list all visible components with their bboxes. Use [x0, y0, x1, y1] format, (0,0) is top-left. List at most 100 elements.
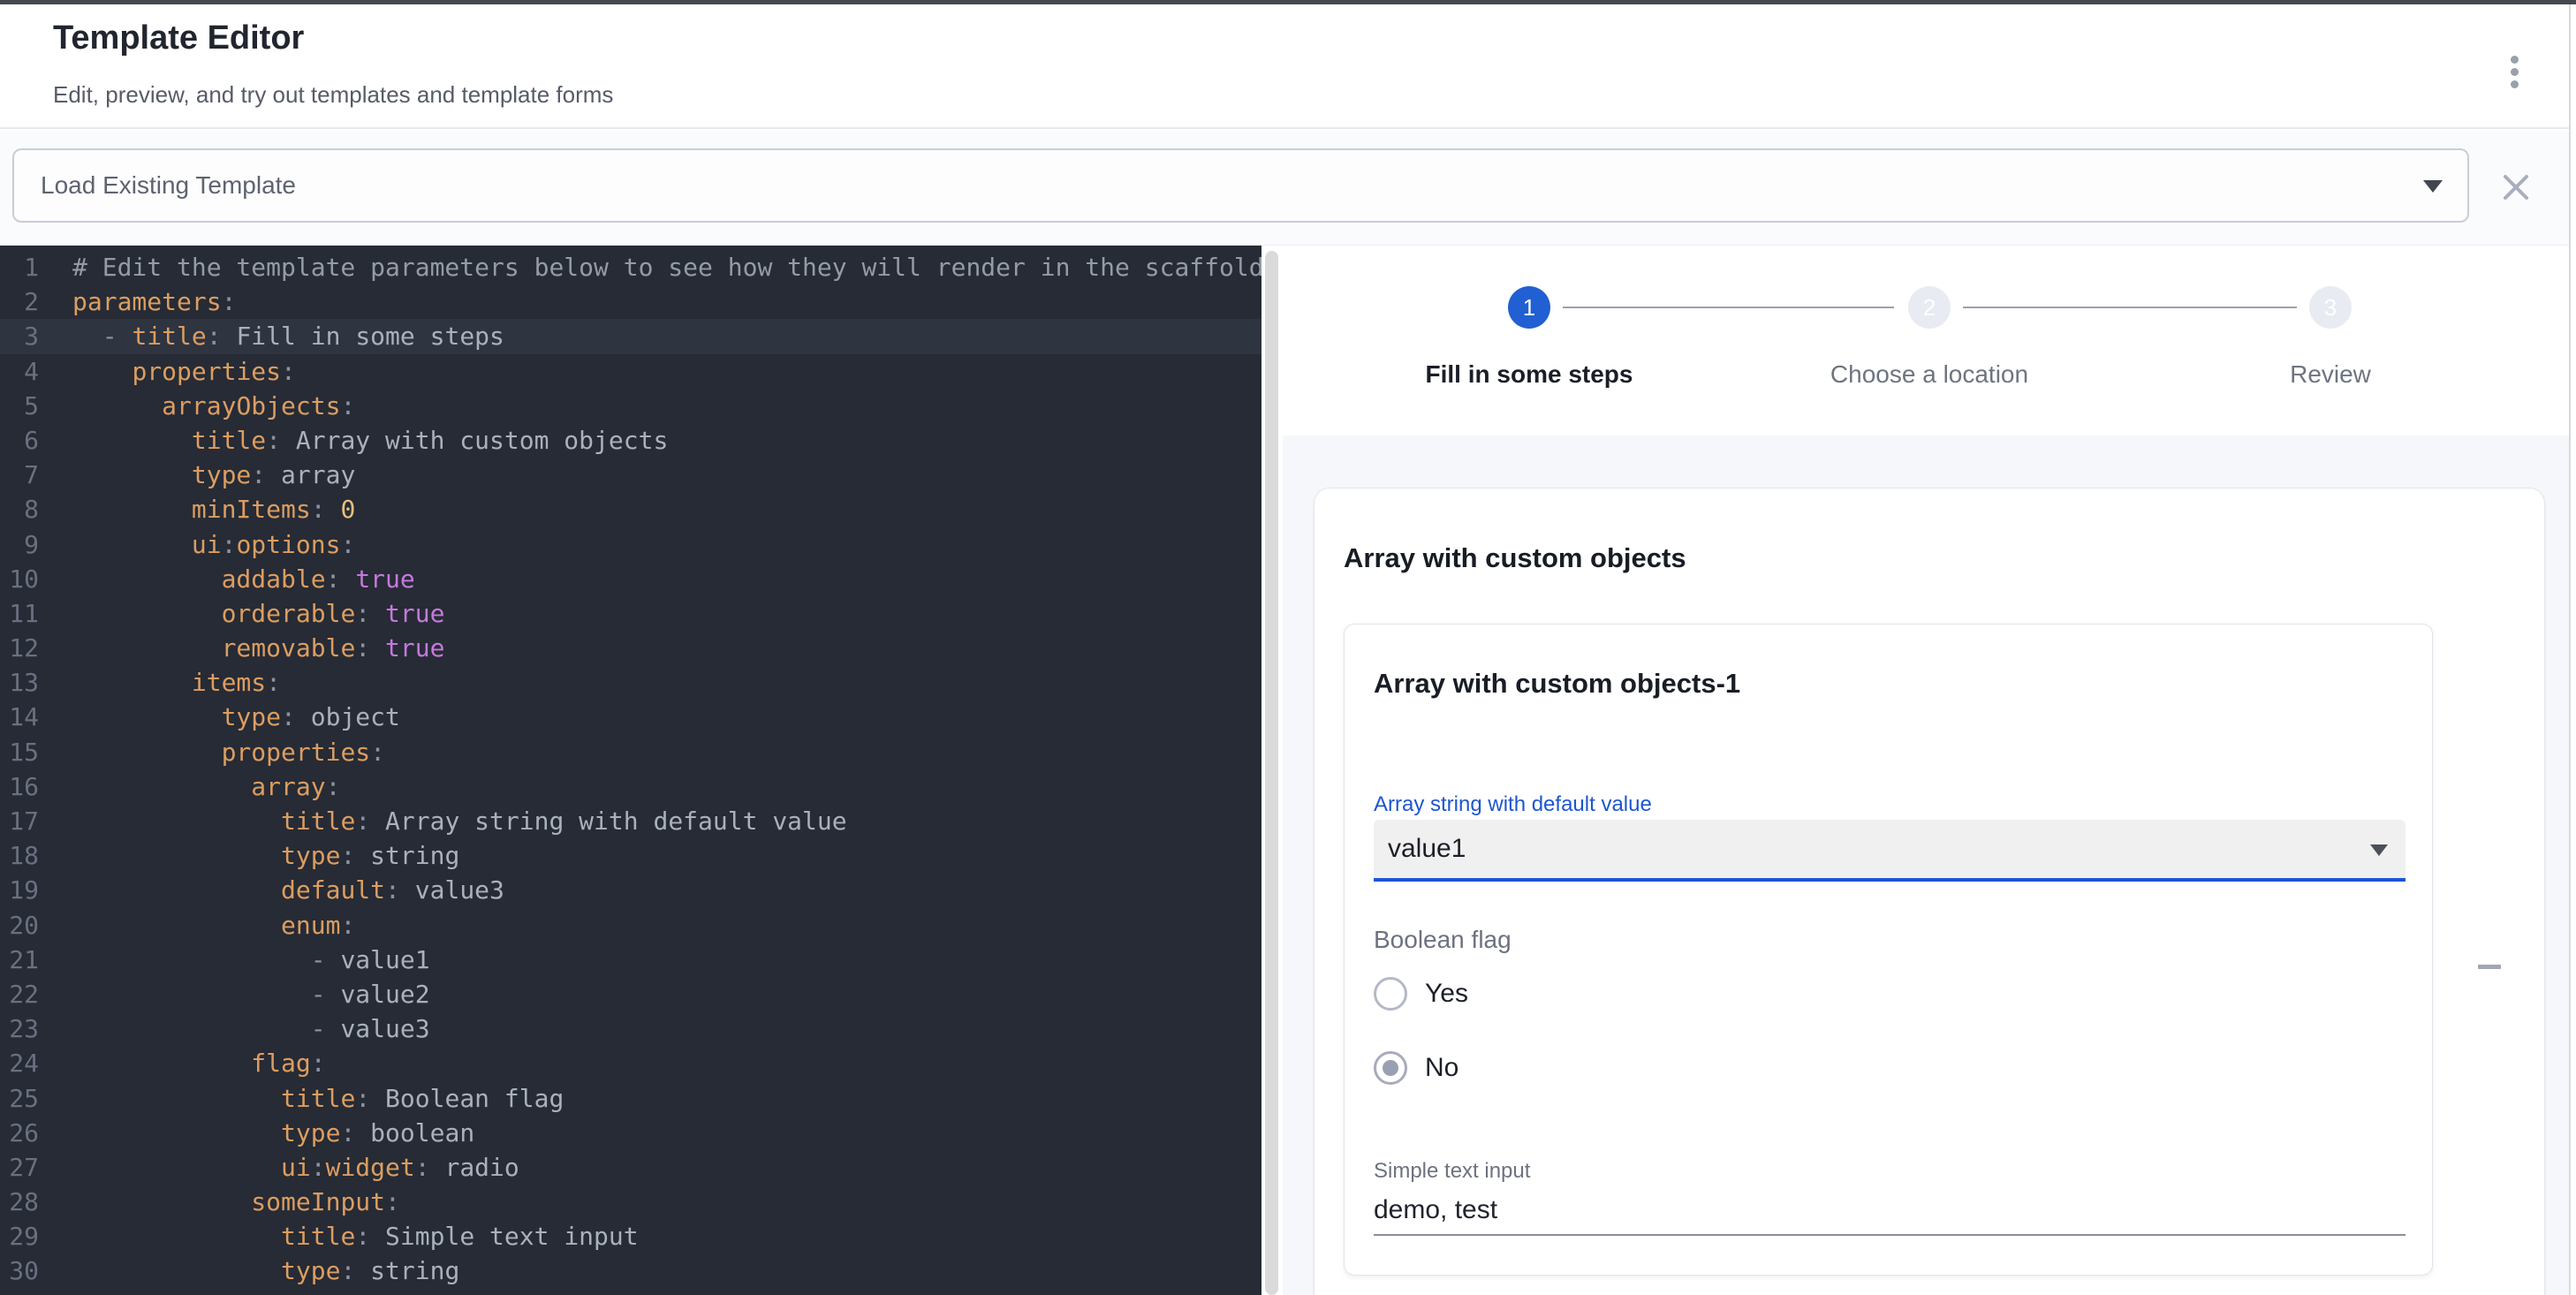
code-line-5[interactable]: 5 arrayObjects:	[0, 389, 1261, 423]
code-line-13[interactable]: 13 items:	[0, 665, 1261, 700]
radio-no-label: No	[1425, 1053, 1458, 1083]
code-text: properties:	[72, 357, 296, 386]
step-3-circle[interactable]: 3	[2309, 286, 2352, 329]
more-options-button[interactable]	[2493, 47, 2535, 96]
code-line-29[interactable]: 29 title: Simple text input	[0, 1219, 1261, 1253]
line-number: 30	[0, 1253, 39, 1288]
code-line-12[interactable]: 12 removable: true	[0, 631, 1261, 665]
window-right-gutter	[2571, 4, 2576, 1295]
code-line-23[interactable]: 23 - value3	[0, 1011, 1261, 1046]
line-number: 6	[0, 423, 39, 458]
line-number: 25	[0, 1081, 39, 1116]
line-number: 28	[0, 1185, 39, 1219]
code-text: title: Simple text input	[72, 1222, 639, 1251]
step-1-number: 1	[1523, 294, 1535, 321]
code-line-30[interactable]: 30 type: string	[0, 1253, 1261, 1288]
step-connector-2	[1963, 307, 2297, 308]
step-connector-1	[1563, 307, 1894, 308]
template-loader-bar: Load Existing Template	[0, 131, 2576, 246]
simple-text-input[interactable]	[1374, 1186, 2406, 1236]
line-number: 3	[0, 319, 39, 353]
code-line-25[interactable]: 25 title: Boolean flag	[0, 1081, 1261, 1116]
line-number: 17	[0, 804, 39, 838]
code-line-27[interactable]: 27 ui:widget: radio	[0, 1150, 1261, 1185]
code-line-2[interactable]: 2parameters:	[0, 284, 1261, 319]
line-number: 22	[0, 977, 39, 1011]
code-lines: 1# Edit the template parameters below to…	[0, 250, 1261, 1289]
code-line-4[interactable]: 4 properties:	[0, 354, 1261, 389]
code-line-3[interactable]: 3 - title: Fill in some steps	[0, 319, 1261, 353]
line-number: 15	[0, 735, 39, 769]
code-line-20[interactable]: 20 enum:	[0, 908, 1261, 943]
code-line-7[interactable]: 7 type: array	[0, 458, 1261, 492]
code-text: title: Array string with default value	[72, 807, 847, 836]
line-number: 29	[0, 1219, 39, 1253]
code-text: removable: true	[72, 633, 444, 663]
stepper: 1 2 3 Fill in some steps Choose a locati…	[1283, 246, 2569, 435]
code-text: someInput:	[72, 1187, 400, 1216]
line-number: 14	[0, 700, 39, 734]
code-line-28[interactable]: 28 someInput:	[0, 1185, 1261, 1219]
code-line-16[interactable]: 16 array:	[0, 769, 1261, 804]
line-number: 5	[0, 389, 39, 423]
code-text: type: string	[72, 1256, 459, 1285]
chevron-down-icon	[2370, 844, 2388, 856]
code-line-26[interactable]: 26 type: boolean	[0, 1116, 1261, 1150]
array-section-title: Array with custom objects	[1344, 541, 1686, 575]
code-line-6[interactable]: 6 title: Array with custom objects	[0, 423, 1261, 458]
line-number: 11	[0, 596, 39, 631]
text-field-label: Simple text input	[1374, 1159, 1530, 1184]
code-line-15[interactable]: 15 properties:	[0, 735, 1261, 769]
line-number: 21	[0, 943, 39, 977]
editor-scrollbar-track	[1261, 246, 1283, 1295]
line-number: 16	[0, 769, 39, 804]
code-text: title: Array with custom objects	[72, 426, 668, 455]
page-header: Template Editor Edit, preview, and try o…	[0, 4, 2576, 129]
code-text: addable: true	[72, 564, 415, 594]
close-loader-button[interactable]	[2495, 166, 2537, 208]
code-line-17[interactable]: 17 title: Array string with default valu…	[0, 804, 1261, 838]
code-text: ui:options:	[72, 530, 355, 559]
code-line-22[interactable]: 22 - value2	[0, 977, 1261, 1011]
code-line-18[interactable]: 18 type: string	[0, 838, 1261, 873]
array-string-select[interactable]: value1	[1374, 820, 2406, 882]
array-section-card: Array with custom objects Array with cus…	[1314, 488, 2545, 1295]
code-line-14[interactable]: 14 type: object	[0, 700, 1261, 734]
code-line-24[interactable]: 24 flag:	[0, 1046, 1261, 1080]
minus-icon	[2478, 965, 2501, 969]
chevron-down-icon	[2423, 180, 2443, 193]
step-3-label: Review	[2290, 360, 2371, 389]
line-number: 24	[0, 1046, 39, 1080]
code-text: # Edit the template parameters below to …	[72, 253, 1261, 282]
line-number: 26	[0, 1116, 39, 1150]
step-2-circle[interactable]: 2	[1908, 286, 1951, 329]
code-line-9[interactable]: 9 ui:options:	[0, 527, 1261, 562]
radio-option-yes[interactable]: Yes	[1374, 977, 1468, 1011]
code-text: title: Boolean flag	[72, 1084, 564, 1113]
step-1-circle[interactable]: 1	[1508, 286, 1550, 329]
line-number: 8	[0, 492, 39, 526]
code-line-11[interactable]: 11 orderable: true	[0, 596, 1261, 631]
step-1-label: Fill in some steps	[1426, 360, 1633, 389]
code-text: arrayObjects:	[72, 391, 355, 420]
code-line-19[interactable]: 19 default: value3	[0, 873, 1261, 907]
yaml-code-editor[interactable]: 1# Edit the template parameters below to…	[0, 246, 1261, 1295]
code-line-21[interactable]: 21 - value1	[0, 943, 1261, 977]
code-line-1[interactable]: 1# Edit the template parameters below to…	[0, 250, 1261, 284]
template-editor-page: { "colors": { "primary_blue": "#2160d2",…	[0, 0, 2576, 1295]
code-line-8[interactable]: 8 minItems: 0	[0, 492, 1261, 526]
line-number: 2	[0, 284, 39, 319]
code-line-10[interactable]: 10 addable: true	[0, 562, 1261, 596]
array-string-select-value: value1	[1388, 820, 1466, 878]
code-text: type: object	[72, 702, 400, 731]
editor-scrollbar-thumb[interactable]	[1265, 251, 1278, 1295]
line-number: 23	[0, 1011, 39, 1046]
page-subtitle: Edit, preview, and try out templates and…	[53, 81, 613, 108]
radio-option-no[interactable]: No	[1374, 1051, 1458, 1085]
code-text: minItems: 0	[72, 495, 355, 524]
line-number: 20	[0, 908, 39, 943]
code-text: properties:	[72, 738, 385, 767]
load-existing-template-select[interactable]: Load Existing Template	[12, 148, 2469, 223]
remove-array-item-button[interactable]	[2466, 945, 2512, 988]
array-item-card: Array with custom objects-1 Array string…	[1344, 624, 2433, 1276]
